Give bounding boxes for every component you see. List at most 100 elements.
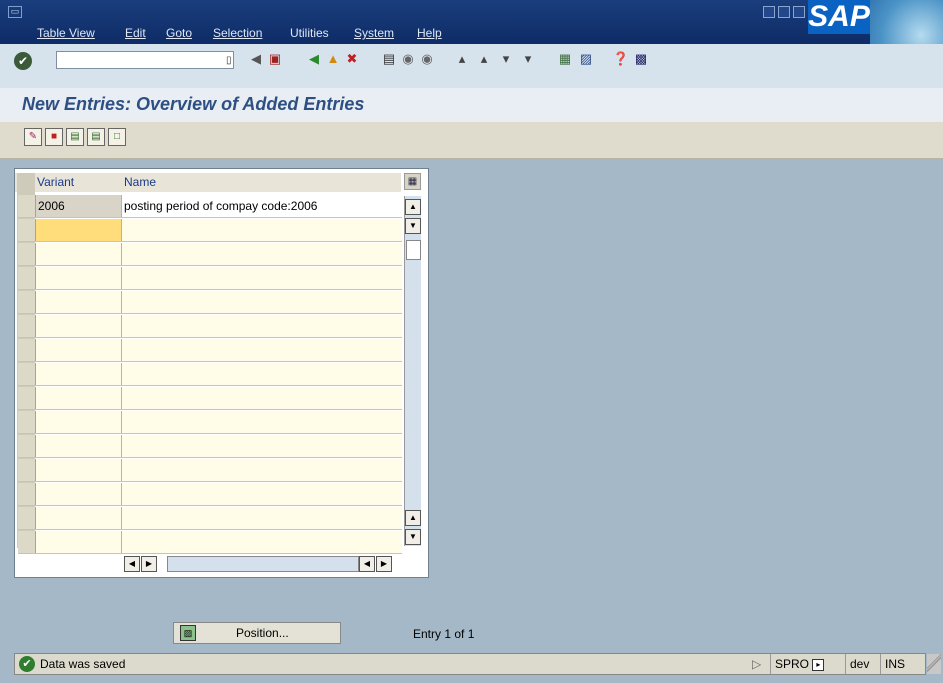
row-selector[interactable] [18, 483, 36, 505]
name-cell[interactable] [122, 267, 402, 289]
name-cell[interactable] [122, 315, 402, 337]
name-cell[interactable] [122, 387, 402, 409]
first-page-icon[interactable]: ▴ [453, 50, 471, 68]
variant-cell[interactable] [36, 315, 122, 337]
save-icon[interactable]: ▣ [266, 50, 284, 68]
menu-system[interactable]: System [354, 26, 394, 40]
row-selector[interactable] [18, 531, 36, 553]
menu-goto[interactable]: Goto [166, 26, 192, 40]
page-down-icon[interactable]: ▼ [405, 218, 421, 234]
name-cell[interactable] [122, 291, 402, 313]
row-selector[interactable] [18, 363, 36, 385]
last-page-icon[interactable]: ▾ [519, 50, 537, 68]
page-up-icon[interactable]: ▲ [405, 510, 421, 526]
name-cell[interactable] [122, 507, 402, 529]
scroll-up-icon[interactable]: ▲ [405, 199, 421, 215]
enter-icon[interactable]: ✔ [14, 52, 32, 70]
row-selector[interactable] [18, 435, 36, 457]
create-session-icon[interactable]: ▦ [556, 50, 574, 68]
row-selector[interactable] [18, 243, 36, 265]
status-transaction[interactable]: SPRO ▸ [770, 654, 828, 674]
variant-cell[interactable] [36, 531, 122, 553]
find-icon[interactable]: ◉ [399, 50, 417, 68]
variant-cell[interactable] [36, 507, 122, 529]
variant-cell[interactable] [36, 483, 122, 505]
find-next-icon[interactable]: ◉ [418, 50, 436, 68]
variant-cell[interactable]: 2006 [36, 195, 122, 217]
variant-cell[interactable] [36, 459, 122, 481]
session-info-icon[interactable]: ▸ [812, 658, 825, 671]
status-toggle-icon[interactable]: ▷ [752, 657, 761, 671]
print-icon[interactable]: ▤ [380, 50, 398, 68]
select-block-icon[interactable]: ▤ [87, 128, 105, 146]
select-all-icon[interactable]: ▤ [66, 128, 84, 146]
delete-icon[interactable]: ■ [45, 128, 63, 146]
layout-icon[interactable]: ▩ [632, 50, 650, 68]
variant-cell[interactable] [36, 411, 122, 433]
name-cell[interactable] [122, 483, 402, 505]
scroll-left-icon[interactable]: ◀ [359, 556, 375, 572]
column-header-variant[interactable]: Variant [37, 173, 74, 192]
menu-selection[interactable]: Selection [213, 26, 262, 40]
name-cell[interactable] [122, 435, 402, 457]
menu-utilities[interactable]: Utilities [290, 26, 329, 40]
scroll-down-icon[interactable]: ▼ [405, 529, 421, 545]
row-selector[interactable] [18, 315, 36, 337]
row-selector[interactable] [18, 411, 36, 433]
back-arrow-icon[interactable]: ◀ [247, 50, 265, 68]
col-scroll-right-icon[interactable]: ▶ [141, 556, 157, 572]
name-cell[interactable] [122, 411, 402, 433]
status-mode[interactable]: INS [880, 654, 909, 674]
exit-icon[interactable]: ▲ [324, 50, 342, 68]
change-display-icon[interactable]: ✎ [24, 128, 42, 146]
variant-cell[interactable] [36, 339, 122, 361]
variant-cell[interactable] [36, 435, 122, 457]
name-cell[interactable] [122, 339, 402, 361]
name-cell[interactable] [122, 531, 402, 553]
row-selector[interactable] [18, 219, 36, 241]
variant-cell[interactable] [36, 291, 122, 313]
name-cell[interactable] [122, 219, 402, 241]
variant-cell[interactable] [36, 243, 122, 265]
maximize-icon[interactable] [778, 6, 790, 18]
prev-page-icon[interactable]: ▴ [475, 50, 493, 68]
menu-table-view[interactable]: Table View [37, 26, 95, 40]
next-page-icon[interactable]: ▾ [497, 50, 515, 68]
horizontal-scrollbar[interactable] [167, 556, 359, 572]
table-row [18, 315, 402, 338]
deselect-all-icon[interactable]: □ [108, 128, 126, 146]
name-cell[interactable] [122, 363, 402, 385]
status-message[interactable]: Data was saved [40, 657, 125, 671]
close-icon[interactable] [793, 6, 805, 18]
command-field[interactable] [56, 51, 234, 69]
menu-edit[interactable]: Edit [125, 26, 146, 40]
table-settings-icon[interactable]: ▦ [404, 173, 421, 190]
variant-cell[interactable] [36, 363, 122, 385]
shortcut-icon[interactable]: ▨ [577, 50, 595, 68]
row-selector[interactable] [18, 291, 36, 313]
system-menu-icon[interactable]: ▭ [8, 6, 22, 18]
help-icon[interactable]: ❓ [612, 50, 630, 68]
row-selector[interactable] [18, 339, 36, 361]
variant-cell[interactable] [36, 267, 122, 289]
name-cell[interactable] [122, 459, 402, 481]
back-icon[interactable]: ◀ [305, 50, 323, 68]
name-cell[interactable] [122, 243, 402, 265]
column-header-name[interactable]: Name [124, 173, 156, 192]
row-selector[interactable] [18, 387, 36, 409]
col-scroll-left-icon[interactable]: ◀ [124, 556, 140, 572]
row-selector[interactable] [18, 459, 36, 481]
command-history-icon[interactable]: ▯ [226, 55, 232, 66]
variant-cell[interactable] [36, 387, 122, 409]
minimize-icon[interactable] [763, 6, 775, 18]
name-cell[interactable]: posting period of compay code:2006 [122, 195, 402, 217]
row-selector[interactable] [18, 267, 36, 289]
variant-cell[interactable] [36, 219, 122, 241]
scroll-thumb[interactable] [406, 240, 421, 260]
resize-grip-icon[interactable] [927, 654, 941, 674]
row-selector[interactable] [18, 195, 36, 217]
cancel-icon[interactable]: ✖ [343, 50, 361, 68]
menu-help[interactable]: Help [417, 26, 442, 40]
scroll-right-icon[interactable]: ▶ [376, 556, 392, 572]
row-selector[interactable] [18, 507, 36, 529]
